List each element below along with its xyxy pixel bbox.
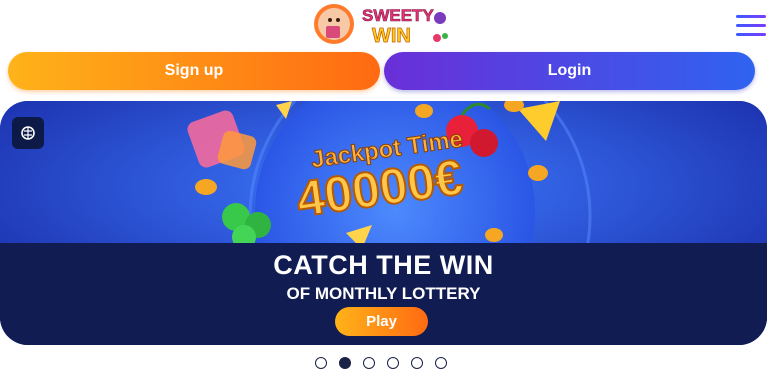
top-header: SWEETY WIN xyxy=(0,0,772,48)
carousel-dots xyxy=(315,357,447,369)
banner-subtitle: OF MONTHLY LOTTERY xyxy=(286,284,481,303)
brain-icon xyxy=(21,126,35,140)
signup-button[interactable]: Sign up xyxy=(8,52,380,90)
svg-text:WIN: WIN xyxy=(372,25,411,46)
carousel-dot[interactable] xyxy=(435,357,447,369)
sweety-win-logo[interactable]: SWEETY WIN xyxy=(312,2,452,46)
login-button[interactable]: Login xyxy=(384,52,755,90)
carousel-dot[interactable] xyxy=(387,357,399,369)
svg-text:SWEETY: SWEETY xyxy=(362,6,434,25)
info-icon[interactable] xyxy=(12,117,44,149)
carousel-dot-active[interactable] xyxy=(339,357,351,369)
carousel-dot[interactable] xyxy=(363,357,375,369)
carousel-dot[interactable] xyxy=(411,357,423,369)
banner-title: CATCH THE WIN xyxy=(273,250,494,280)
hamburger-menu-icon[interactable] xyxy=(734,12,768,40)
play-button[interactable]: Play xyxy=(335,307,428,336)
carousel-dot[interactable] xyxy=(315,357,327,369)
